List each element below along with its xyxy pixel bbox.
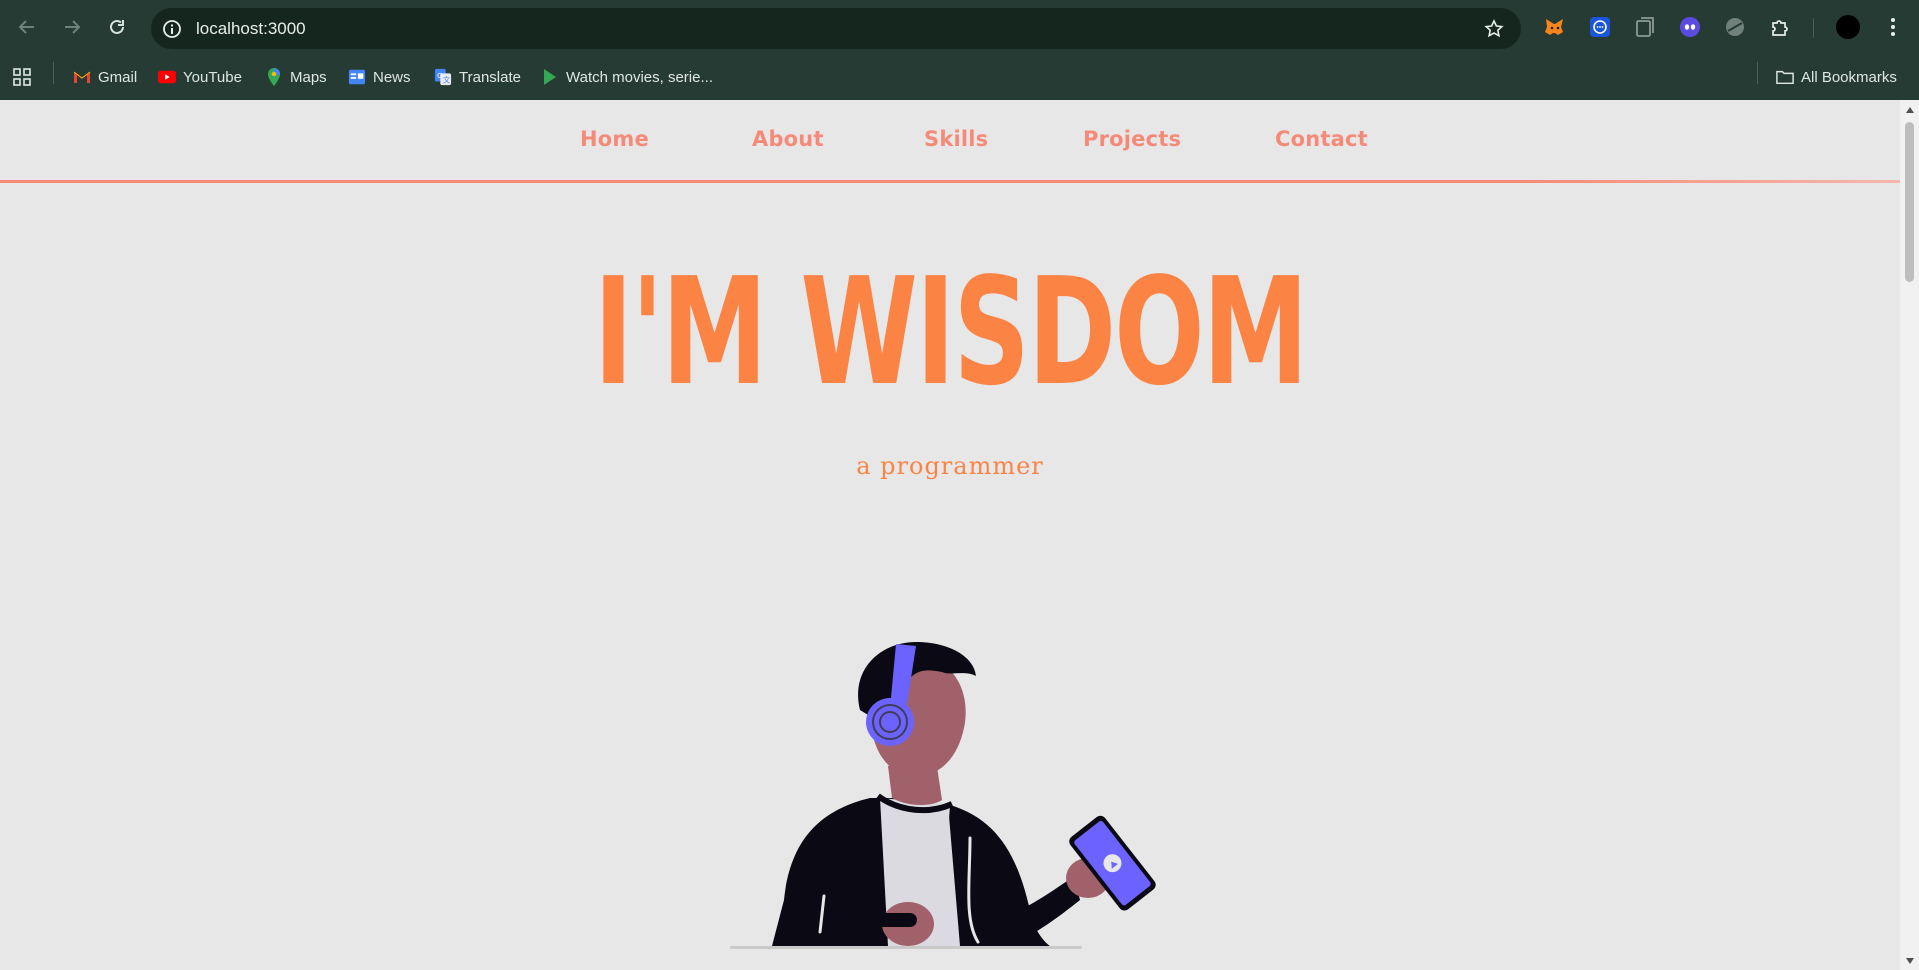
back-arrow-icon — [18, 20, 34, 34]
nav-projects-link[interactable]: Projects — [1083, 127, 1181, 151]
bookmark-label: News — [373, 68, 411, 86]
ghost-extension-icon[interactable] — [1677, 14, 1703, 40]
site-navbar: Home About Skills Projects Contact — [0, 100, 1900, 183]
reload-button[interactable] — [102, 12, 132, 42]
chat-extension-icon[interactable] — [1587, 14, 1613, 40]
menu-dots-icon[interactable] — [1880, 14, 1906, 40]
nav-about-link[interactable]: About — [752, 127, 824, 151]
bookmark-label: YouTube — [183, 68, 242, 86]
browser-toolbar: localhost:3000 — [0, 0, 1919, 55]
navbar-underline — [0, 180, 1900, 183]
maps-icon — [265, 68, 283, 86]
all-bookmarks-button[interactable]: All Bookmarks — [1776, 64, 1897, 90]
hero-subtitle: a programmer — [856, 452, 1044, 480]
bookmarks-divider — [1757, 62, 1758, 84]
all-bookmarks-label: All Bookmarks — [1801, 68, 1897, 86]
hero-title: I'M WISDOM — [593, 246, 1309, 418]
url-text: localhost:3000 — [196, 19, 306, 38]
translate-icon: G文 — [434, 68, 452, 86]
scroll-thumb[interactable] — [1905, 122, 1914, 282]
scroll-down-arrow-icon[interactable] — [1904, 955, 1915, 966]
toolbar-divider — [1813, 18, 1814, 38]
nav-skills-link[interactable]: Skills — [924, 127, 988, 151]
metamask-extension-icon[interactable] — [1542, 14, 1568, 40]
gmail-icon — [73, 68, 91, 86]
news-icon — [348, 68, 366, 86]
back-button[interactable] — [12, 12, 42, 42]
profile-avatar[interactable] — [1835, 14, 1861, 40]
bookmark-gmail[interactable]: Gmail — [73, 64, 137, 90]
bookmark-news[interactable]: News — [348, 64, 411, 90]
bookmark-watch-movies[interactable]: Watch movies, serie... — [541, 64, 713, 90]
apps-grid-icon[interactable] — [12, 64, 32, 90]
blocked-extension-icon[interactable] — [1722, 14, 1748, 40]
bookmark-label: Translate — [459, 68, 521, 86]
bookmark-star-icon[interactable] — [1483, 18, 1505, 40]
bookmark-youtube[interactable]: YouTube — [158, 64, 242, 90]
nav-contact-link[interactable]: Contact — [1275, 127, 1368, 151]
reader-extension-icon[interactable] — [1632, 14, 1658, 40]
scroll-up-arrow-icon[interactable] — [1904, 104, 1915, 115]
bookmark-label: Gmail — [98, 68, 138, 86]
bookmark-translate[interactable]: G文 Translate — [434, 64, 521, 90]
extensions-puzzle-icon[interactable] — [1767, 14, 1793, 40]
reload-icon — [110, 19, 124, 34]
forward-arrow-icon — [65, 20, 81, 34]
bookmarks-bar: Gmail YouTube Maps News G文 Translate Wat… — [0, 55, 1919, 100]
youtube-icon — [158, 68, 176, 86]
play-icon — [541, 68, 559, 86]
site-info-icon[interactable] — [161, 18, 183, 40]
page-scrollbar[interactable] — [1900, 100, 1919, 970]
bookmark-maps[interactable]: Maps — [265, 64, 327, 90]
nav-home-link[interactable]: Home — [580, 127, 649, 151]
person-with-headphones-illustration — [730, 642, 1156, 949]
bookmarks-divider — [53, 62, 54, 84]
forward-button[interactable] — [57, 12, 87, 42]
page-content: Home About Skills Projects Contact I'M W… — [0, 100, 1900, 970]
svg-text:文: 文 — [443, 75, 450, 84]
folder-icon — [1776, 68, 1794, 86]
bookmark-label: Maps — [290, 68, 327, 86]
address-bar[interactable]: localhost:3000 — [151, 8, 1521, 49]
bookmark-label: Watch movies, serie... — [566, 68, 713, 86]
browser-chrome: localhost:3000 Gmail YouTube Maps News G… — [0, 0, 1919, 100]
